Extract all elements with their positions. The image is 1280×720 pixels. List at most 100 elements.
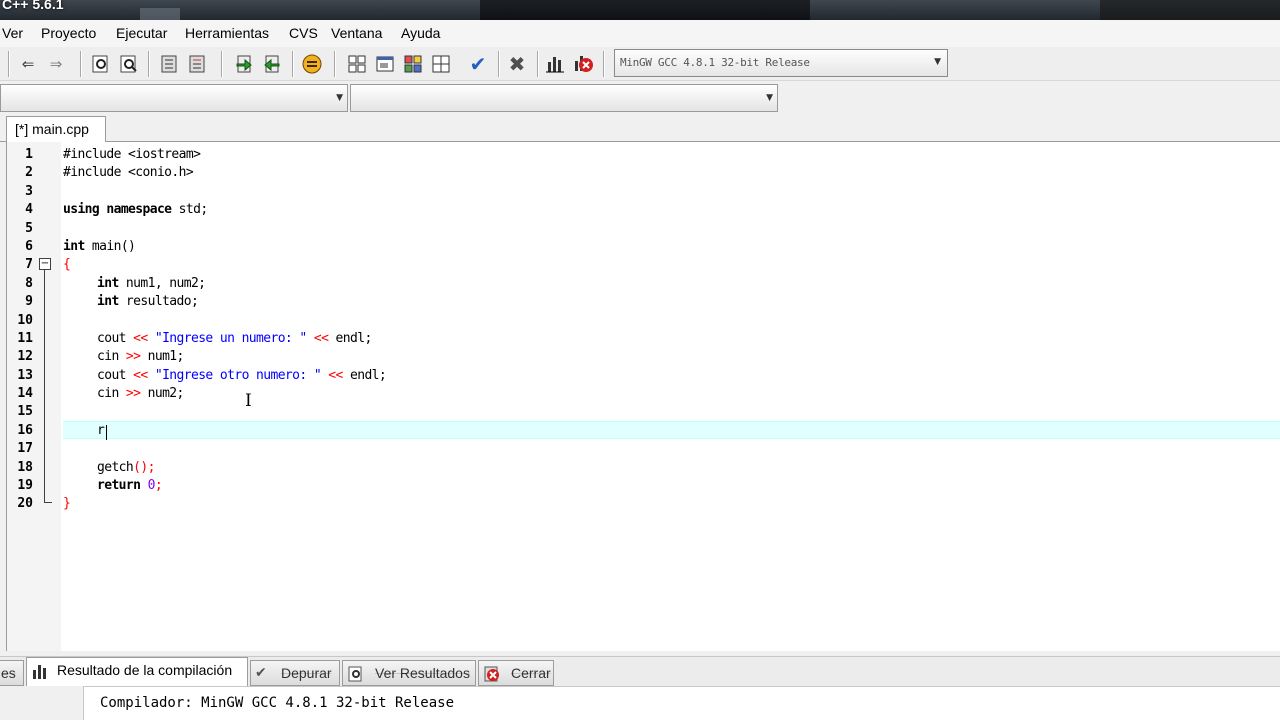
tab-label: Resultado de la compilación [57,662,233,678]
keyword: return [97,478,148,493]
output-side-panel [0,686,84,720]
code-line: 11 cout << "Ingrese un numero: " << endl… [7,330,1280,348]
fold-toggle-icon[interactable]: − [39,258,51,270]
code-text: { [63,257,71,272]
debug-icon[interactable] [300,52,324,76]
toolbar-separator [8,51,10,77]
code-text: } [63,496,71,511]
menu-ver[interactable]: Ver [2,25,23,41]
unindent-icon[interactable] [185,52,209,76]
fold-guide [44,270,45,502]
code-line: 6 int main() [7,238,1280,256]
code-line: 20 } [7,495,1280,513]
code-line: 12 cin >> num1; [7,348,1280,366]
class-combo[interactable]: ▼ [0,84,348,112]
line-number: 18 [17,460,33,475]
identifier: cout [97,368,134,383]
undo-icon[interactable]: ⇐ [16,52,40,76]
code-text: cin >> num2; [97,386,184,401]
tab-partial[interactable]: es [0,660,24,686]
line-number: 12 [17,349,33,364]
profile-delete-icon[interactable] [571,52,595,76]
code-line: 17 [7,440,1280,458]
menu-ventana[interactable]: Ventana [331,25,382,41]
tile-icon[interactable] [401,52,425,76]
code-text: #include <conio.h> [63,165,194,180]
stop-icon[interactable]: ✖ [505,52,529,76]
code-line: 8 int num1, num2; [7,275,1280,293]
line-number: 20 [17,496,33,511]
tab-view-results[interactable]: Ver Resultados [342,660,476,686]
compile-output[interactable]: Compilador: MinGW GCC 4.8.1 32-bit Relea… [0,686,1280,720]
code-editor[interactable]: 1 #include <iostream> 2 #include <conio.… [6,142,1280,651]
brace: { [63,257,71,272]
chevron-down-icon[interactable]: ▼ [336,93,343,103]
keyword: int [97,276,119,291]
search-icon [347,665,365,687]
goto-icon[interactable] [232,52,256,76]
compiler-select-value: MinGW GCC 4.8.1 32-bit Release [620,56,810,69]
check-syntax-icon[interactable]: ✔ [466,52,490,76]
identifier: num1; [140,349,185,364]
menu-proyecto[interactable]: Proyecto [41,25,96,41]
replace-icon[interactable] [117,52,141,76]
tab-debug[interactable]: ✔ Depurar [250,660,340,686]
operator: << [133,331,148,346]
titlebar-background-shape [1100,0,1280,20]
bookmark-icon[interactable] [260,52,284,76]
identifier: num2; [140,386,185,401]
keyword: using namespace [63,202,172,217]
toolbar-separator [537,51,539,77]
fold-guide-end [44,502,52,503]
toolbar-separator [498,51,500,77]
preprocessor: #include <conio.h> [63,165,194,180]
code-line: 13 cout << "Ingrese otro numero: " << en… [7,367,1280,385]
code-line: 14 cin >> num2; [7,385,1280,403]
check-icon: ✔ [255,665,267,681]
code-line: 10 [7,312,1280,330]
tab-compile-results[interactable]: Resultado de la compilación [26,657,248,687]
line-number: 8 [25,276,33,291]
tab-close[interactable]: Cerrar [478,660,554,686]
arrange-icon[interactable] [429,52,453,76]
editor-tab-strip [0,114,1280,142]
operator: << [133,368,148,383]
menu-cvs[interactable]: CVS [289,25,318,41]
line-number: 4 [25,202,33,217]
toolbar-separator [292,51,294,77]
operator: << [328,368,343,383]
find-icon[interactable] [89,52,113,76]
redo-icon[interactable]: ⇒ [44,52,68,76]
code-line: 16 r [7,422,1280,440]
tab-label: Cerrar [511,665,551,681]
menu-herramientas[interactable]: Herramientas [185,25,269,41]
code-text: r [97,423,105,438]
identifier: r [97,423,105,438]
code-line: 4 using namespace std; [7,201,1280,219]
code-text: cout << "Ingrese un numero: " << endl; [97,331,372,346]
identifier: num1, num2; [118,276,206,291]
chevron-down-icon[interactable]: ▼ [766,93,773,103]
code-line: 7 { [7,256,1280,274]
chart-icon[interactable] [543,52,567,76]
code-text: int main() [63,239,136,254]
member-combo[interactable]: ▼ [350,84,778,112]
code-text: #include <iostream> [63,147,201,162]
toolbar-separator [148,51,150,77]
menu-bar: Ver Proyecto Ejecutar Herramientas CVS V… [0,20,1280,47]
tab-label: Ver Resultados [375,665,470,681]
compiler-select[interactable]: MinGW GCC 4.8.1 32-bit Release ▼ [614,49,948,77]
new-window-icon[interactable] [373,52,397,76]
menu-ejecutar[interactable]: Ejecutar [116,25,167,41]
menu-ayuda[interactable]: Ayuda [401,25,440,41]
tab-main-cpp[interactable]: [*] main.cpp [6,116,106,143]
punctuation: (); [133,460,155,475]
indent-icon[interactable] [157,52,181,76]
code-text: return 0; [97,478,163,493]
chevron-down-icon[interactable]: ▼ [934,57,941,67]
code-text: int num1, num2; [97,276,206,291]
new-class-icon[interactable] [345,52,369,76]
line-number: 9 [25,294,33,309]
tab-label: Depurar [281,665,332,681]
string-literal: "Ingrese otro numero: " [154,368,322,383]
